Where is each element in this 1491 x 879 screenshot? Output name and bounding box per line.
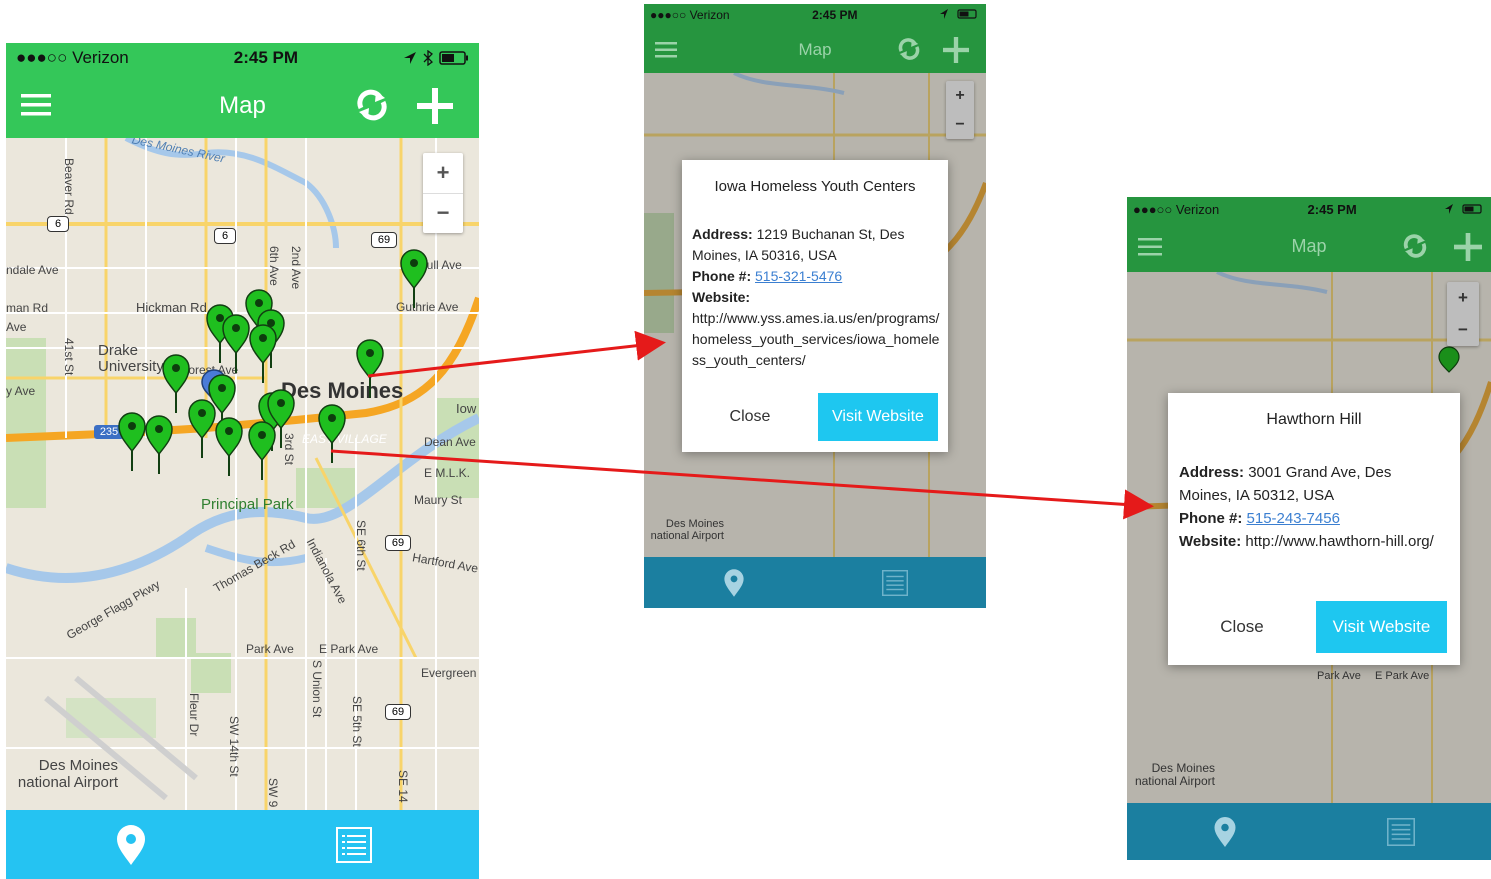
phone-row: Phone #: 515-321-5476 [692, 266, 940, 287]
status-bar: ●●●○○ Verizon 2:45 PM [644, 4, 986, 26]
visit-website-button[interactable]: Visit Website [1316, 601, 1447, 653]
map-markers [118, 249, 428, 481]
website-value: http://www.hawthorn-hill.org/ [1241, 533, 1434, 550]
website-label: Website: [1179, 533, 1242, 550]
phone-link[interactable]: 515-321-5476 [755, 268, 842, 284]
plus-icon[interactable] [1453, 232, 1483, 262]
refresh-icon[interactable] [896, 36, 922, 62]
zoom-controls: + − [946, 81, 974, 139]
page-title: Map [798, 39, 832, 59]
visit-website-button[interactable]: Visit Website [818, 393, 938, 441]
zoom-out-button[interactable]: − [946, 110, 974, 139]
tab-bar [644, 557, 986, 608]
map-marker[interactable] [118, 412, 146, 472]
website-row: Website: [692, 287, 940, 308]
zoom-in-button[interactable]: + [1447, 282, 1479, 314]
page-title: Map [1291, 236, 1327, 256]
map-marker[interactable] [215, 417, 243, 477]
dialog-buttons: Close Visit Website [1168, 601, 1460, 653]
map-label-e-park-ave: E Park Ave [1375, 670, 1430, 682]
list-icon[interactable] [875, 557, 915, 608]
dialog-body: Address: 1219 Buchanan St, Des Moines, I… [692, 224, 940, 371]
map-marker[interactable] [188, 399, 216, 459]
dialog-body: Address: 3001 Grand Ave, Des Moines, IA … [1179, 461, 1448, 553]
close-button[interactable]: Close [1168, 601, 1316, 653]
phone-label: Phone #: [1179, 510, 1243, 527]
status-carrier: ●●●○○ Verizon [16, 48, 129, 67]
website-row: Website: http://www.hawthorn-hill.org/ [1179, 530, 1448, 553]
close-button[interactable]: Close [682, 393, 818, 441]
tab-bar [1127, 803, 1491, 860]
location-detail-dialog: Hawthorn Hill Address: 3001 Grand Ave, D… [1168, 393, 1460, 665]
map-marker[interactable] [222, 314, 250, 374]
zoom-out-button[interactable]: − [1447, 314, 1479, 346]
status-bar: ●●●○○ Verizon 2:45 PM [6, 43, 479, 73]
map-label-airport: Des Moines national Airport [1134, 761, 1215, 788]
phone-dialog-screen-1: ●●●○○ Verizon 2:45 PM Map Des Moines nat… [644, 4, 986, 608]
address-label: Address: [1179, 464, 1245, 481]
plus-icon[interactable] [942, 36, 970, 64]
nav-bar: Map [1127, 221, 1491, 272]
address-label: Address: [692, 226, 753, 242]
map-label-airport: Des Moines national Airport [650, 518, 724, 542]
map-pin-icon[interactable] [714, 557, 754, 608]
status-bar: ●●●○○ Verizon 2:45 PM [1127, 197, 1491, 221]
battery-icon [940, 8, 980, 22]
status-carrier: ●●●○○ Verizon [650, 8, 730, 22]
phone-row: Phone #: 515-243-7456 [1179, 507, 1448, 530]
map-marker[interactable] [356, 339, 384, 399]
map-marker[interactable] [318, 404, 346, 464]
hamburger-menu-icon[interactable] [654, 38, 678, 62]
dialog-title: Iowa Homeless Youth Centers [714, 178, 916, 195]
website-value: http://www.yss.ames.ia.us/en/programs/ho… [692, 310, 940, 368]
phone-main-screen: ●●●○○ Verizon 2:45 PM Map Des Moines Riv… [6, 43, 479, 879]
status-time: 2:45 PM [1307, 201, 1357, 217]
list-icon[interactable] [1381, 803, 1421, 860]
map-view[interactable]: Des Moines River Beaver Rd ndale Ave man… [6, 138, 479, 810]
map-marker[interactable] [249, 324, 277, 384]
zoom-controls: + − [1447, 282, 1479, 346]
dialog-title: Hawthorn Hill [1266, 411, 1362, 428]
hamburger-menu-icon[interactable] [20, 89, 52, 121]
plus-icon[interactable] [416, 87, 454, 125]
refresh-icon[interactable] [354, 87, 390, 123]
address-row: Address: 3001 Grand Ave, Des Moines, IA … [1179, 461, 1448, 507]
address-row: Address: 1219 Buchanan St, Des Moines, I… [692, 224, 940, 266]
map-pin-icon[interactable] [1205, 803, 1245, 860]
status-time: 2:45 PM [233, 48, 299, 67]
tab-bar [6, 810, 479, 879]
map-marker[interactable] [145, 415, 173, 475]
page-title: Map [219, 91, 266, 119]
status-carrier: ●●●○○ Verizon [1133, 201, 1220, 217]
nav-bar: Map [6, 73, 479, 138]
website-label: Website: [692, 289, 751, 305]
location-detail-dialog: Iowa Homeless Youth Centers Address: 121… [682, 160, 948, 452]
map-label-park-ave: Park Ave [1317, 670, 1361, 682]
battery-icon [403, 50, 469, 66]
phone-dialog-screen-2: ●●●○○ Verizon 2:45 PM Map Des Moines nat… [1127, 197, 1491, 860]
battery-icon [1445, 202, 1485, 217]
nav-bar: Map [644, 26, 986, 73]
refresh-icon[interactable] [1401, 232, 1429, 260]
phone-link[interactable]: 515-243-7456 [1247, 510, 1340, 527]
map-marker[interactable] [400, 249, 428, 309]
status-time: 2:45 PM [812, 8, 858, 22]
map-pin-icon[interactable] [101, 810, 161, 879]
map-marker[interactable] [162, 354, 190, 414]
list-icon[interactable] [324, 810, 384, 879]
phone-label: Phone #: [692, 268, 752, 284]
zoom-in-button[interactable]: + [946, 81, 974, 110]
hamburger-menu-icon[interactable] [1137, 234, 1163, 260]
dialog-buttons: Close Visit Website [682, 393, 948, 441]
